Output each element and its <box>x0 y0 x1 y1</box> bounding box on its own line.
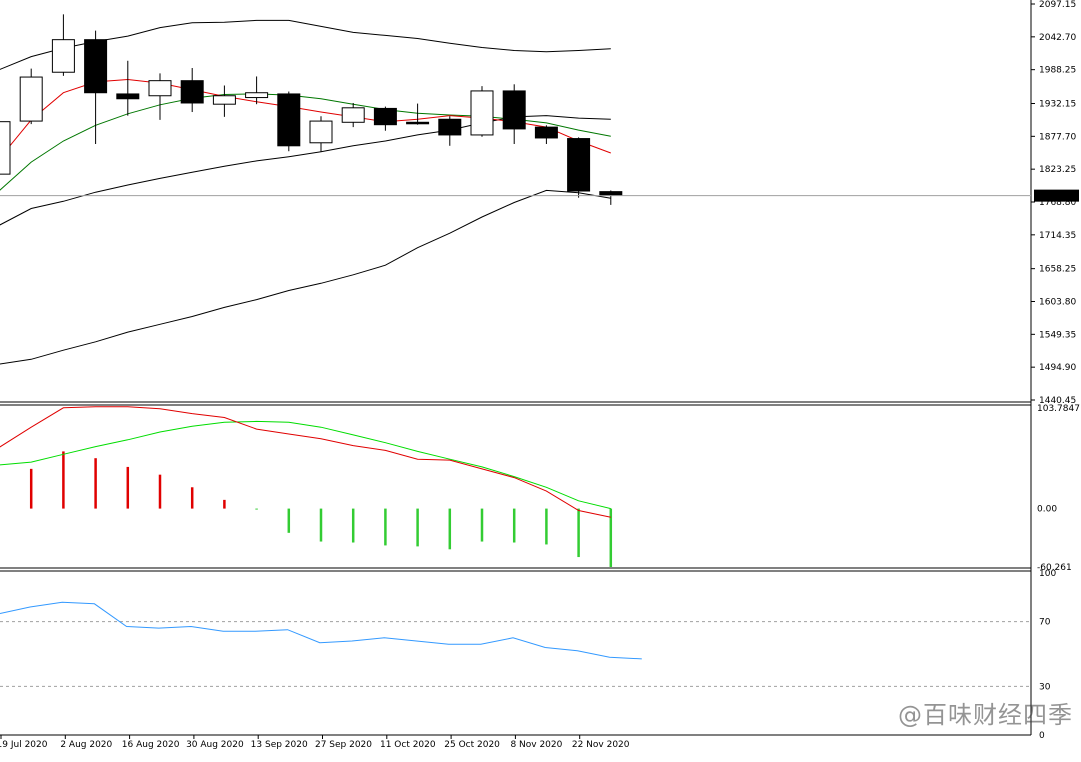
candle-bullish <box>0 121 11 175</box>
price-tick-label: 1494.90 <box>1039 363 1076 373</box>
price-tick-label: 2097.15 <box>1039 0 1076 10</box>
price-tick-label: 1714.35 <box>1039 231 1076 241</box>
rsi-tick-label: 70 <box>1039 618 1051 628</box>
candle-bearish <box>599 191 623 196</box>
price-tick-label: 1877.70 <box>1039 132 1076 142</box>
price-tick-label: 2042.70 <box>1039 33 1076 43</box>
candle-bullish <box>51 39 75 73</box>
candle-bearish <box>84 39 108 94</box>
candle-bearish <box>438 118 462 136</box>
time-tick-label: 19 Jul 2020 <box>0 740 48 750</box>
candle-bullish <box>212 95 236 105</box>
price-tick-label: 1603.80 <box>1039 297 1076 307</box>
time-tick-label: 27 Sep 2020 <box>315 740 372 750</box>
time-tick-label: 25 Oct 2020 <box>444 740 500 750</box>
candle-bearish <box>180 80 204 104</box>
current-price-label: 1779.35 <box>1038 192 1075 202</box>
rsi-tick-label: 100 <box>1039 569 1056 579</box>
candle-bullish <box>470 90 494 136</box>
price-tick-label: 1988.25 <box>1039 66 1076 76</box>
candle-bullish <box>245 92 269 99</box>
candle-bearish <box>373 107 397 126</box>
rsi-tick-label: 0 <box>1039 731 1045 741</box>
candle-bearish <box>277 93 301 147</box>
time-tick-label: 30 Aug 2020 <box>186 740 244 750</box>
rsi-line <box>0 601 642 660</box>
price-tick-label: 1823.25 <box>1039 165 1076 175</box>
candle-bullish <box>148 80 172 97</box>
bollinger-middle-line <box>0 115 611 226</box>
time-tick-label: 8 Nov 2020 <box>510 740 562 750</box>
time-tick-label: 11 Oct 2020 <box>380 740 436 750</box>
candle-bearish <box>534 126 558 139</box>
time-tick-label: 22 Nov 2020 <box>572 740 630 750</box>
price-tick-label: 1658.25 <box>1039 265 1076 275</box>
rsi-tick-label: 30 <box>1039 682 1051 692</box>
macd-main-line <box>0 406 611 518</box>
candle-bearish <box>116 93 140 100</box>
candle-bearish <box>406 121 430 125</box>
time-tick-label: 16 Aug 2020 <box>122 740 180 750</box>
macd-tick-label: 103.7847 <box>1037 404 1080 414</box>
macd-tick-label: 0.00 <box>1037 505 1057 515</box>
macd-signal-line <box>0 420 611 510</box>
candle-bullish <box>309 120 333 144</box>
time-tick-label: 13 Sep 2020 <box>251 740 308 750</box>
bollinger-lower-line <box>0 189 611 365</box>
candle-bullish <box>19 76 43 122</box>
candle-bearish <box>567 138 591 192</box>
candle-bullish <box>341 107 365 123</box>
trading-chart: 2097.15 2042.70 1988.25 1932.15 1877.70 1823.… <box>0 0 1080 750</box>
candle-bearish <box>502 90 526 130</box>
price-tick-label: 1932.15 <box>1039 99 1076 109</box>
price-tick-label: 1549.35 <box>1039 330 1076 340</box>
chart-root: 2097.15 2042.70 1988.25 1932.15 1877.70 1823.… <box>0 0 1081 758</box>
time-tick-label: 2 Aug 2020 <box>60 740 112 750</box>
